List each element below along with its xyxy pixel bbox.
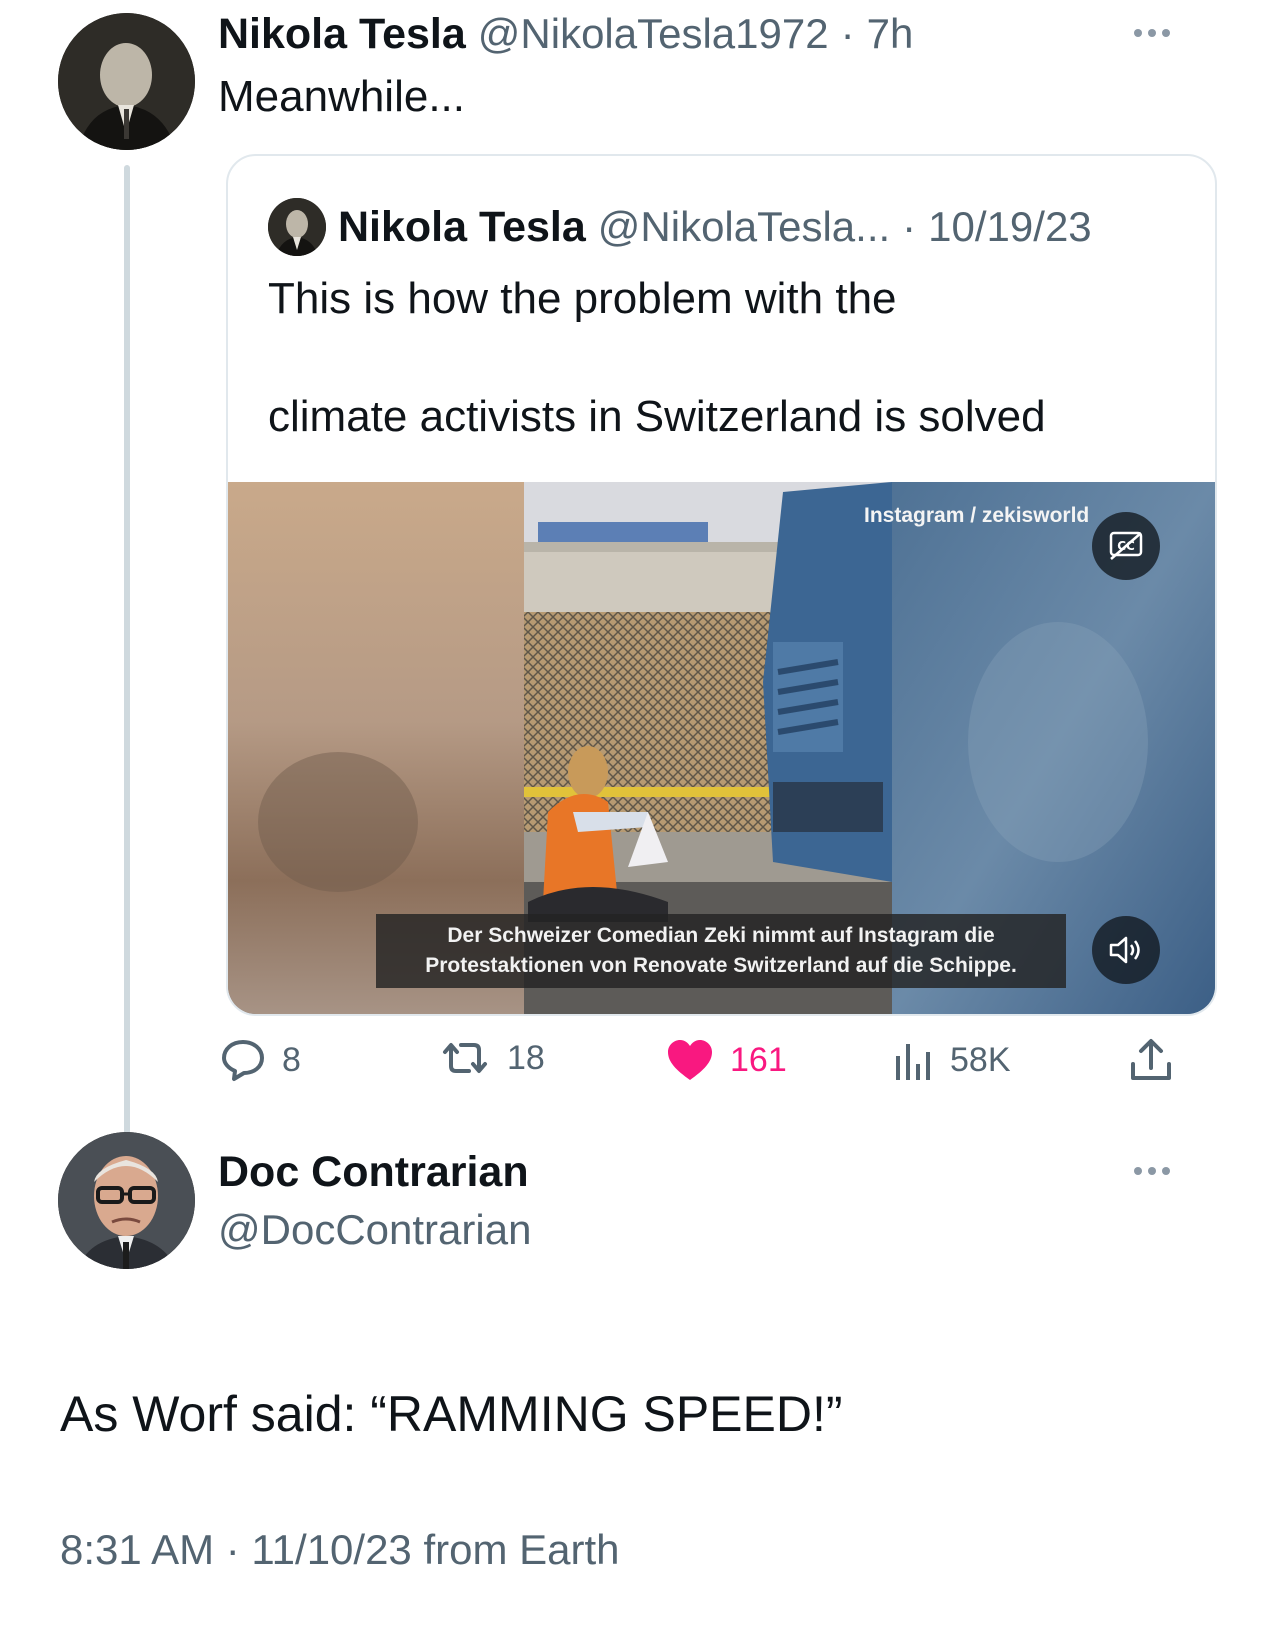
reply-more-options-icon[interactable]: [1134, 1164, 1178, 1178]
reply-text: As Worf said: “RAMMING SPEED!”: [60, 1386, 843, 1442]
reply-author-name[interactable]: Doc Contrarian: [218, 1148, 529, 1197]
like-count: 161: [730, 1040, 787, 1079]
tweet-action-bar: 8 18 161 58K: [222, 1038, 1216, 1090]
heart-icon: [668, 1040, 712, 1080]
reply-author-handle[interactable]: @DocContrarian: [218, 1206, 531, 1254]
author-name[interactable]: Nikola Tesla: [218, 10, 466, 59]
tweet-header: Nikola Tesla @NikolaTesla1972 · 7h: [218, 10, 913, 59]
views-button[interactable]: 58K: [892, 1038, 1011, 1082]
quoted-author-handle: @NikolaTesla...: [597, 203, 891, 250]
like-button[interactable]: 161: [666, 1038, 787, 1082]
caption-line-2: Protestaktionen von Renovate Switzerland…: [425, 954, 1017, 977]
header-separator: ·: [840, 10, 855, 57]
retweet-icon: [443, 1043, 487, 1073]
tweet-time[interactable]: 7h: [867, 10, 914, 58]
tweet-text: Meanwhile...: [218, 72, 466, 121]
portrait-image: [58, 1132, 195, 1269]
quoted-date: 10/19/23: [928, 203, 1092, 250]
quoted-text-line-1: This is how the problem with the: [268, 274, 897, 323]
reply-author-avatar[interactable]: [58, 1132, 195, 1269]
quoted-author-avatar: [268, 198, 326, 256]
share-icon: [1131, 1039, 1171, 1080]
quoted-author-name: Nikola Tesla: [338, 202, 586, 251]
speaker-icon: [1109, 936, 1140, 964]
share-button[interactable]: [1128, 1036, 1174, 1084]
portrait-image: [268, 198, 326, 256]
author-avatar[interactable]: [58, 13, 195, 150]
reply-icon: [222, 1040, 264, 1081]
reply-count: 8: [282, 1040, 301, 1079]
video-caption: Der Schweizer Comedian Zeki nimmt auf In…: [376, 914, 1066, 988]
caption-line-1: Der Schweizer Comedian Zeki nimmt auf In…: [447, 924, 995, 947]
quoted-tweet-card[interactable]: Nikola Tesla @NikolaTesla... · 10/19/23 …: [226, 154, 1217, 1016]
reply-button[interactable]: 8: [220, 1038, 301, 1082]
closed-captions-icon: CC: [1109, 531, 1143, 560]
captions-button[interactable]: CC: [1092, 512, 1160, 580]
quoted-separator: ·: [902, 203, 917, 250]
more-options-icon[interactable]: [1134, 26, 1178, 40]
quoted-text-line-2: climate activists in Switzerland is solv…: [268, 392, 1046, 441]
thread-connector-line: [124, 165, 130, 1150]
quoted-tweet-header: Nikola Tesla @NikolaTesla... · 10/19/23: [268, 198, 1092, 256]
retweet-count: 18: [507, 1038, 545, 1077]
volume-button[interactable]: [1092, 916, 1160, 984]
author-handle[interactable]: @NikolaTesla1972: [478, 10, 829, 58]
portrait-image: [58, 13, 195, 150]
view-count: 58K: [950, 1040, 1011, 1079]
video-player[interactable]: Instagram / zekisworld CC Der Schweizer …: [228, 482, 1215, 1014]
retweet-button[interactable]: 18: [439, 1038, 545, 1078]
video-watermark: Instagram / zekisworld: [864, 504, 1090, 527]
reply-timestamp[interactable]: 8:31 AM · 11/10/23 from Earth: [60, 1526, 620, 1574]
views-chart-icon: [896, 1044, 930, 1080]
